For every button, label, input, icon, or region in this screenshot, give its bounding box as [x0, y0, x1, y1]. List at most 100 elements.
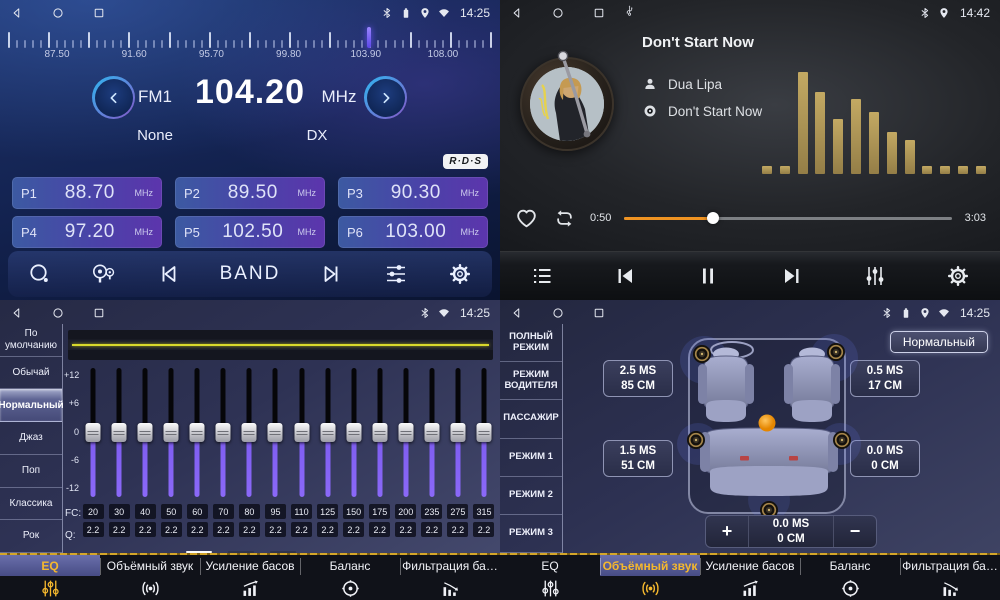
preset-button[interactable]: P4 97.20 MHz	[12, 216, 162, 248]
back-button[interactable]	[510, 6, 524, 20]
slider-thumb[interactable]	[294, 423, 309, 442]
recents-button[interactable]	[92, 306, 106, 320]
broadcast-icon[interactable]	[92, 262, 116, 286]
settings-gear-icon[interactable]	[946, 264, 970, 288]
gain-slider[interactable]	[132, 364, 158, 501]
tab-bass-boost[interactable]: Усиление басов	[700, 555, 800, 600]
tab-eq[interactable]: EQ	[500, 555, 600, 600]
gain-slider[interactable]	[184, 364, 210, 501]
slider-thumb[interactable]	[476, 423, 491, 442]
tab-filter[interactable]: Фильтрация ба…	[900, 555, 1000, 600]
slider-thumb[interactable]	[242, 423, 257, 442]
equalizer-icon[interactable]	[384, 262, 408, 286]
slider-thumb[interactable]	[320, 423, 335, 442]
scan-search-icon[interactable]	[28, 262, 52, 286]
tab-balance[interactable]: Баланс	[800, 555, 900, 600]
preset-button[interactable]: P3 90.30 MHz	[338, 177, 488, 209]
listening-mode-item[interactable]: ПАССАЖИР	[500, 400, 562, 438]
recents-button[interactable]	[592, 6, 606, 20]
gain-slider[interactable]	[315, 364, 341, 501]
settings-gear-icon[interactable]	[448, 262, 472, 286]
listening-mode-item[interactable]: РЕЖИМ 1	[500, 439, 562, 477]
gain-slider[interactable]	[80, 364, 106, 501]
front-right-speaker-icon[interactable]	[827, 343, 845, 361]
gain-slider[interactable]	[341, 364, 367, 501]
tune-up-button[interactable]	[364, 76, 407, 119]
slider-thumb[interactable]	[398, 423, 413, 442]
back-button[interactable]	[10, 306, 24, 320]
seek-previous-icon[interactable]	[156, 262, 180, 286]
gain-slider[interactable]	[289, 364, 315, 501]
eq-preset-item[interactable]: Классика	[0, 488, 62, 521]
rear-left-speaker-icon[interactable]	[687, 431, 705, 449]
eq-preset-item[interactable]: Рок	[0, 520, 62, 553]
next-track-icon[interactable]	[780, 264, 804, 288]
home-button[interactable]	[551, 306, 565, 320]
frequency-ruler[interactable]	[8, 30, 492, 48]
increase-delay-button[interactable]: +	[706, 516, 748, 547]
eq-preset-item[interactable]: Поп	[0, 455, 62, 488]
gain-slider[interactable]	[210, 364, 236, 501]
repeat-icon[interactable]	[552, 206, 577, 231]
slider-thumb[interactable]	[164, 423, 179, 442]
preset-button[interactable]: P1 88.70 MHz	[12, 177, 162, 209]
decrease-delay-button[interactable]: −	[834, 516, 876, 547]
favorite-heart-icon[interactable]	[514, 206, 539, 231]
slider-thumb[interactable]	[86, 423, 101, 442]
slider-thumb[interactable]	[372, 423, 387, 442]
back-button[interactable]	[10, 6, 24, 20]
listening-position-dot[interactable]	[759, 415, 776, 432]
gain-slider[interactable]	[419, 364, 445, 501]
recents-button[interactable]	[92, 6, 106, 20]
listening-mode-item[interactable]: РЕЖИМ ВОДИТЕЛЯ	[500, 362, 562, 400]
band-button[interactable]: BAND	[220, 263, 281, 285]
rear-left-delay-button[interactable]: 1.5 MS 51 CM	[603, 440, 673, 477]
gain-slider[interactable]	[262, 364, 288, 501]
progress-thumb[interactable]	[707, 212, 719, 224]
tab-eq[interactable]: EQ	[0, 555, 100, 600]
progress-bar[interactable]	[624, 217, 951, 220]
slider-thumb[interactable]	[346, 423, 361, 442]
eq-preset-item[interactable]: По умолчанию	[0, 324, 62, 357]
listening-mode-item[interactable]: РЕЖИМ 3	[500, 515, 562, 553]
front-left-speaker-icon[interactable]	[693, 345, 711, 363]
listening-mode-item[interactable]: ПОЛНЫЙ РЕЖИМ	[500, 324, 562, 362]
preset-button[interactable]: P2 89.50 MHz	[175, 177, 325, 209]
gain-slider[interactable]	[367, 364, 393, 501]
equalizer-icon[interactable]	[863, 264, 887, 288]
slider-thumb[interactable]	[190, 423, 205, 442]
tab-balance[interactable]: Баланс	[300, 555, 400, 600]
home-button[interactable]	[551, 6, 565, 20]
front-left-delay-button[interactable]: 2.5 MS 85 CM	[603, 360, 673, 397]
gain-slider[interactable]	[236, 364, 262, 501]
tab-surround[interactable]: Объёмный звук	[600, 555, 700, 600]
eq-preset-item[interactable]: Обычай	[0, 357, 62, 390]
gain-slider[interactable]	[471, 364, 497, 501]
gain-slider[interactable]	[445, 364, 471, 501]
gain-slider[interactable]	[393, 364, 419, 501]
preset-button[interactable]: P5 102.50 MHz	[175, 216, 325, 248]
listening-mode-item[interactable]: РЕЖИМ 2	[500, 477, 562, 515]
previous-track-icon[interactable]	[613, 264, 637, 288]
tab-filter[interactable]: Фильтрация ба…	[400, 555, 500, 600]
recents-button[interactable]	[592, 306, 606, 320]
tab-surround[interactable]: Объёмный звук	[100, 555, 200, 600]
eq-preset-item[interactable]: Джаз	[0, 422, 62, 455]
slider-thumb[interactable]	[450, 423, 465, 442]
home-button[interactable]	[51, 306, 65, 320]
gain-slider[interactable]	[106, 364, 132, 501]
pause-icon[interactable]	[696, 264, 720, 288]
preset-button[interactable]: P6 103.00 MHz	[338, 216, 488, 248]
slider-thumb[interactable]	[268, 423, 283, 442]
seek-next-icon[interactable]	[320, 262, 344, 286]
slider-thumb[interactable]	[138, 423, 153, 442]
rear-right-speaker-icon[interactable]	[833, 431, 851, 449]
slider-thumb[interactable]	[216, 423, 231, 442]
tab-bass-boost[interactable]: Усиление басов	[200, 555, 300, 600]
slider-thumb[interactable]	[112, 423, 127, 442]
front-right-delay-button[interactable]: 0.5 MS 17 CM	[850, 360, 920, 397]
home-button[interactable]	[51, 6, 65, 20]
eq-preset-item[interactable]: Нормальный	[0, 389, 62, 422]
sound-profile-button[interactable]: Нормальный	[890, 331, 988, 353]
slider-thumb[interactable]	[424, 423, 439, 442]
